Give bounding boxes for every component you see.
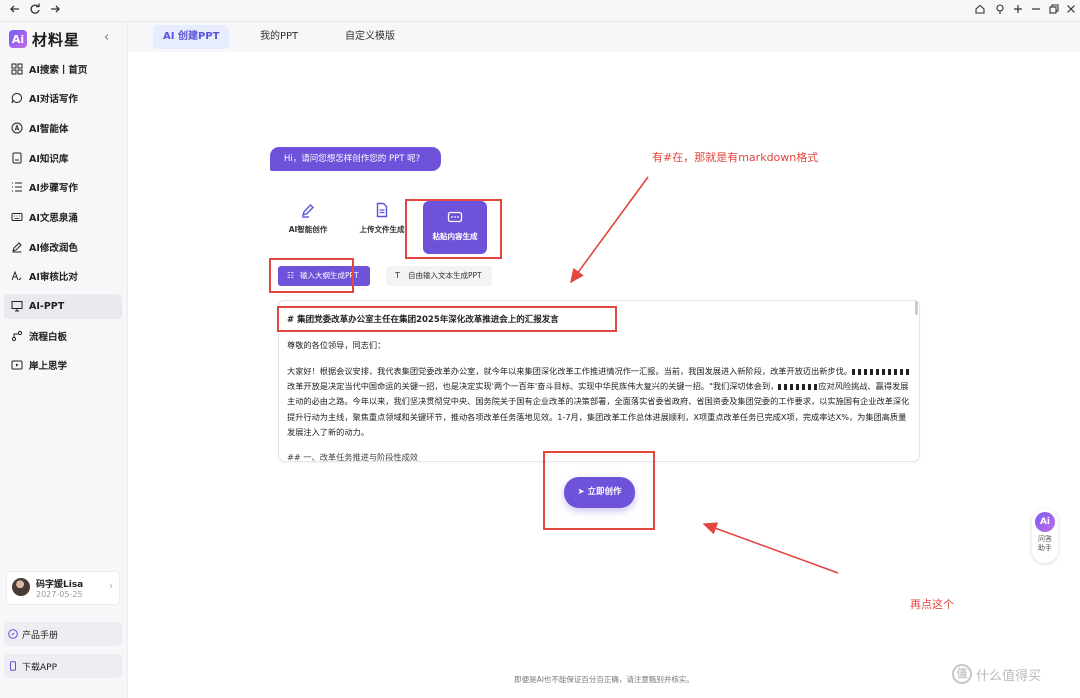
redaction bbox=[851, 368, 912, 375]
mode-ai-create[interactable]: AI智能创作 bbox=[276, 202, 340, 235]
mode-label: 上传文件生成 bbox=[359, 225, 405, 234]
editor-scrollbar[interactable] bbox=[915, 301, 918, 315]
sidebar-item-label: 岸上思学 bbox=[29, 361, 68, 373]
watermark-logo: 值 bbox=[952, 664, 972, 684]
steps-list-icon bbox=[12, 182, 22, 192]
sidebar-item-ai-inspiration[interactable]: AI文思泉涌 bbox=[4, 204, 122, 229]
ai-agent-icon bbox=[11, 122, 23, 134]
qa-assistant-button[interactable]: Ai 问答 助手 bbox=[1032, 509, 1058, 563]
sidebar-nav: AI搜索丨首页 AI对话写作 AI智能体 AI知识库 AI步骤写作 AI文思泉涌… bbox=[4, 56, 122, 383]
annotation-box-outline-tab bbox=[269, 258, 354, 293]
text-compare-icon bbox=[11, 270, 22, 281]
watermark: 值 什么值得买 bbox=[952, 664, 1041, 684]
tab-custom-template[interactable]: 自定义模版 bbox=[335, 25, 405, 49]
assistant-label-2: 助手 bbox=[1038, 544, 1052, 552]
keyboard-icon bbox=[11, 212, 23, 221]
paragraph-part-2: 改革开放是决定当代中国命运的关键一招，也是决定实现'两个一百年'奋斗目标、实现中… bbox=[287, 381, 779, 392]
tab-ai-create-ppt[interactable]: AI 创建PPT bbox=[153, 25, 230, 49]
sidebar-item-label: AI对话写作 bbox=[29, 94, 78, 106]
annotation-box-heading bbox=[277, 306, 617, 332]
sub-tab-label: 自由输入文本生成PPT bbox=[408, 271, 482, 280]
watermark-text: 什么值得买 bbox=[976, 668, 1042, 684]
book-icon bbox=[12, 152, 22, 164]
chat-bubble-icon bbox=[11, 93, 22, 104]
text-T-icon: T bbox=[395, 271, 400, 280]
sidebar-item-ai-ppt[interactable]: AI-PPT bbox=[4, 293, 122, 319]
reload-icon[interactable] bbox=[29, 3, 41, 15]
sidebar-item-ai-chat[interactable]: AI对话写作 bbox=[4, 86, 122, 111]
sidebar-item-ai-knowledge[interactable]: AI知识库 bbox=[4, 145, 122, 170]
sidebar-item-ai-review[interactable]: AI审核比对 bbox=[4, 264, 122, 289]
user-name: 码字媛Lisa bbox=[36, 580, 84, 590]
sidebar-item-label: AI审核比对 bbox=[29, 272, 78, 284]
restore-icon[interactable] bbox=[1048, 3, 1060, 15]
forward-icon[interactable] bbox=[49, 3, 61, 15]
avatar bbox=[12, 578, 30, 596]
download-app-label: 下载APP bbox=[22, 662, 58, 673]
product-manual-link[interactable]: 产品手册 bbox=[4, 622, 122, 646]
monitor-icon bbox=[11, 301, 23, 312]
phone-icon bbox=[10, 661, 16, 671]
sub-tab-free-text-ppt[interactable]: T 自由输入文本生成PPT bbox=[386, 266, 492, 286]
sidebar-item-flow-whiteboard[interactable]: 流程白板 bbox=[4, 323, 122, 348]
pen-sparkle-icon bbox=[301, 204, 314, 218]
sidebar-item-label: AI文思泉涌 bbox=[29, 212, 78, 224]
redaction bbox=[778, 383, 819, 390]
minimize-icon[interactable] bbox=[1030, 3, 1042, 15]
sidebar-item-ai-polish[interactable]: AI修改润色 bbox=[4, 234, 122, 259]
sidebar-item-label: AI修改润色 bbox=[29, 242, 78, 254]
sidebar-item-label: AI知识库 bbox=[29, 153, 69, 165]
editor-next-heading: ## 一、改革任务推进与阶段性成效 bbox=[287, 452, 418, 462]
chevron-right-icon: › bbox=[109, 581, 113, 592]
sidebar-item-ai-search[interactable]: AI搜索丨首页 bbox=[4, 56, 122, 81]
download-app-link[interactable]: 下载APP bbox=[4, 654, 122, 678]
disclaimer-text: 即便是AI也不能保证百分百正确，请注意甄别并核实。 bbox=[514, 675, 694, 684]
sidebar: Ai 材料星 ‹ AI搜索丨首页 AI对话写作 AI智能体 AI知识库 AI步骤… bbox=[0, 22, 128, 698]
pen-icon bbox=[12, 241, 22, 253]
user-date: 2027-05-25 bbox=[36, 590, 83, 599]
sidebar-item-label: 流程白板 bbox=[29, 331, 68, 343]
editor-salutation: 尊敬的各位领导，同志们： bbox=[287, 340, 386, 350]
grid-icon bbox=[11, 63, 23, 74]
compass-icon bbox=[8, 629, 18, 639]
chevron-left-icon[interactable]: ‹ bbox=[104, 30, 109, 45]
sidebar-item-ai-steps[interactable]: AI步骤写作 bbox=[4, 175, 122, 200]
annotation-note-markdown: 有#在，那就是有markdown格式 bbox=[652, 151, 819, 164]
sidebar-item-label: AI搜索丨首页 bbox=[29, 64, 88, 76]
add-icon[interactable] bbox=[1012, 3, 1024, 15]
document-icon bbox=[376, 202, 388, 218]
close-icon[interactable] bbox=[1065, 3, 1077, 15]
editor-paragraph: 大家好！根据会议安排，我代表集团党委改革办公室，就今年以来集团深化改革工作推进情… bbox=[287, 364, 913, 440]
window-titlebar bbox=[0, 0, 1080, 22]
sidebar-item-label: AI-PPT bbox=[29, 300, 65, 312]
logo-text: 材料星 bbox=[32, 30, 81, 49]
sidebar-item-label: AI步骤写作 bbox=[29, 183, 78, 195]
sidebar-item-learning[interactable]: 岸上思学 bbox=[4, 353, 122, 378]
chat-prompt-bubble: Hi，请问您想怎样创作您的 PPT 呢? bbox=[270, 147, 441, 171]
assistant-badge: Ai bbox=[1035, 512, 1055, 532]
user-profile-card[interactable]: 码字媛Lisa 2027-05-25 › bbox=[6, 571, 120, 605]
mode-label: AI智能创作 bbox=[288, 225, 328, 234]
sidebar-item-label: AI智能体 bbox=[29, 123, 69, 135]
assistant-label-1: 问答 bbox=[1038, 535, 1052, 543]
annotation-box-create-button bbox=[543, 451, 655, 530]
paragraph-part-1: 大家好！根据会议安排，我代表集团党委改革办公室，就今年以来集团深化改革工作推进情… bbox=[287, 366, 852, 376]
annotation-box-paste-mode bbox=[405, 199, 502, 259]
app-logo[interactable]: Ai 材料星 bbox=[9, 29, 80, 49]
tab-bar: AI 创建PPT 我的PPT 自定义模版 bbox=[128, 22, 1080, 52]
logo-badge: Ai bbox=[9, 30, 27, 48]
flow-icon bbox=[11, 330, 23, 341]
back-icon[interactable] bbox=[9, 3, 21, 15]
home-icon[interactable] bbox=[974, 3, 986, 15]
play-screen-icon bbox=[11, 360, 23, 370]
product-manual-label: 产品手册 bbox=[22, 630, 59, 641]
sidebar-item-ai-agent[interactable]: AI智能体 bbox=[4, 115, 122, 140]
pin-icon[interactable] bbox=[994, 3, 1006, 15]
tab-my-ppt[interactable]: 我的PPT bbox=[250, 25, 308, 49]
annotation-note-click: 再点这个 bbox=[910, 598, 954, 611]
